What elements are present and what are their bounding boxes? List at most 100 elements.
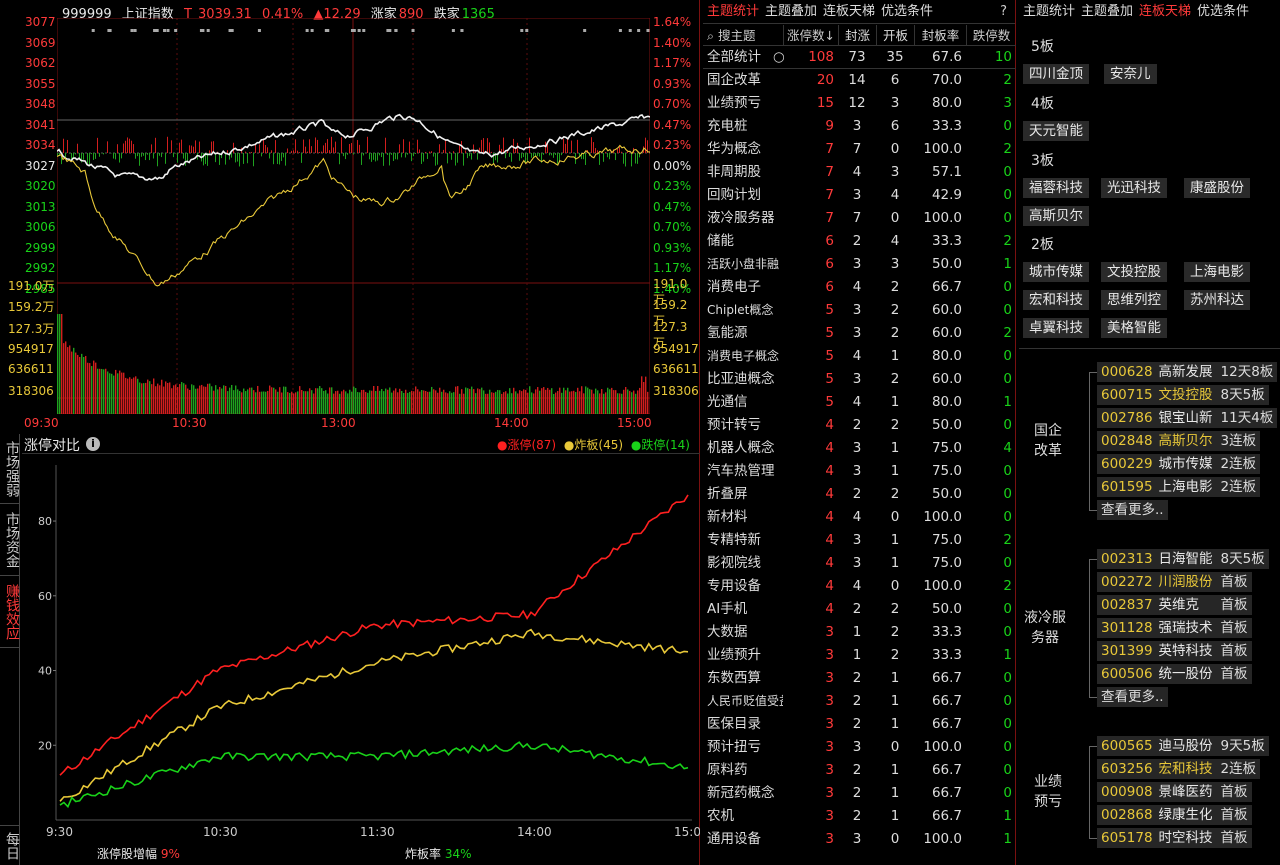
- theme-row[interactable]: 业绩预升 3 1 2 33.3 1: [703, 644, 1016, 667]
- ladder-stock-chip[interactable]: 福蓉科技: [1023, 178, 1089, 198]
- group-stock-row[interactable]: 600715 文投控股 8天5板: [1097, 385, 1277, 408]
- theme-row[interactable]: AI手机 4 2 2 50.0 0: [703, 598, 1016, 621]
- theme-row[interactable]: 人民币贬值受益 3 2 1 66.7 0: [703, 690, 1016, 713]
- theme-row[interactable]: 专精特新 4 3 1 75.0 2: [703, 529, 1016, 552]
- theme-row[interactable]: 大数据 3 1 2 33.3 0: [703, 621, 1016, 644]
- group-stock-row[interactable]: 002837 英维克 首板: [1097, 595, 1277, 618]
- col-limitup[interactable]: 涨停数↓: [783, 25, 838, 45]
- rtab-theme-stats[interactable]: 主题统计: [1023, 4, 1075, 19]
- tab-preferred-conditions[interactable]: 优选条件: [881, 4, 933, 19]
- group-stock-row[interactable]: 601595 上海电影 2连板: [1097, 477, 1277, 500]
- theme-row[interactable]: 新材料 4 4 0 100.0 0: [703, 506, 1016, 529]
- ladder-stock-chip[interactable]: 四川金顶: [1023, 64, 1089, 84]
- theme-row[interactable]: 消费电子概念 5 4 1 80.0 0: [703, 345, 1016, 368]
- theme-search[interactable]: ⌕ 搜主题: [703, 25, 783, 45]
- ladder-stock-chip[interactable]: 康盛股份: [1184, 178, 1250, 198]
- theme-row[interactable]: 非周期股 7 4 3 57.1 0: [703, 161, 1016, 184]
- breadth-bar-down: [281, 153, 282, 161]
- group-stock-row[interactable]: 301128 强瑞技术 首板: [1097, 618, 1277, 641]
- theme-row[interactable]: 比亚迪概念 5 3 2 60.0 0: [703, 368, 1016, 391]
- ladder-stock-chip[interactable]: 苏州科达: [1184, 290, 1250, 310]
- col-opened[interactable]: 开板: [876, 25, 914, 45]
- limit-compare-chart[interactable]: 80 60 40 20 9:30 10:30 11:30 14:00 15:00: [22, 455, 700, 865]
- board-count: 2连板: [1220, 479, 1257, 495]
- ladder-stock-chip[interactable]: 光迅科技: [1101, 178, 1167, 198]
- ladder-stock-chip[interactable]: 高斯贝尔: [1023, 206, 1089, 226]
- side-tab-daily[interactable]: 每日: [0, 825, 20, 865]
- theme-row[interactable]: 新冠药概念 3 2 1 66.7 0: [703, 782, 1016, 805]
- col-limitdown[interactable]: 跌停数: [966, 25, 1016, 45]
- theme-row[interactable]: 充电桩 9 3 6 33.3 0: [703, 115, 1016, 138]
- theme-row[interactable]: 通用设备 3 3 0 100.0 1: [703, 828, 1016, 851]
- volume-bar: [113, 375, 115, 414]
- help-button[interactable]: ?: [1000, 0, 1007, 24]
- theme-row[interactable]: 氢能源 5 3 2 60.0 2: [703, 322, 1016, 345]
- tab-limit-ladder[interactable]: 连板天梯: [823, 4, 875, 19]
- volume-bar: [425, 390, 427, 414]
- tab-theme-overlay[interactable]: 主题叠加: [765, 4, 817, 19]
- theme-row[interactable]: 回购计划 7 3 4 42.9 0: [703, 184, 1016, 207]
- theme-row[interactable]: 业绩预亏 15 12 3 80.0 3: [703, 92, 1016, 115]
- ladder-stock-chip[interactable]: 安奈儿: [1104, 64, 1157, 84]
- ladder-stock-chip[interactable]: 文投控股: [1101, 262, 1167, 282]
- theme-row[interactable]: 专用设备 4 4 0 100.0 2: [703, 575, 1016, 598]
- col-sealed[interactable]: 封涨: [838, 25, 876, 45]
- theme-row[interactable]: 消费电子 6 4 2 66.7 0: [703, 276, 1016, 299]
- theme-row[interactable]: 全部统计 108 73 35 67.6 10 ○: [703, 46, 1016, 69]
- limit-y-tick-label: 60: [38, 590, 52, 603]
- theme-row[interactable]: 折叠屏 4 2 2 50.0 0: [703, 483, 1016, 506]
- theme-row[interactable]: 活跃小盘非融 6 3 3 50.0 1: [703, 253, 1016, 276]
- group-stock-row[interactable]: 603256 宏和科技 2连板: [1097, 759, 1277, 782]
- volume-bar: [577, 387, 579, 414]
- theme-row[interactable]: 医保目录 3 2 1 66.7 0: [703, 713, 1016, 736]
- ladder-stock-chip[interactable]: 美格智能: [1101, 318, 1167, 338]
- group-stock-row[interactable]: 002313 日海智能 8天5板: [1097, 549, 1277, 572]
- index-intraday-chart[interactable]: [57, 18, 650, 414]
- ladder-stock-chip[interactable]: 宏和科技: [1023, 290, 1089, 310]
- volume-bar: [327, 393, 329, 414]
- breadth-bar-up: [481, 139, 482, 153]
- group-stock-row[interactable]: 002848 高斯贝尔 3连板: [1097, 431, 1277, 454]
- info-icon[interactable]: i: [86, 437, 100, 451]
- theme-row[interactable]: 机器人概念 4 3 1 75.0 4: [703, 437, 1016, 460]
- ladder-stock-chip[interactable]: 天元智能: [1023, 121, 1089, 141]
- theme-row[interactable]: 东数西算 3 2 1 66.7 0: [703, 667, 1016, 690]
- rtab-limit-ladder[interactable]: 连板天梯: [1139, 4, 1191, 19]
- group-stock-row[interactable]: 000628 高新发展 12天8板: [1097, 362, 1278, 385]
- ladder-stock-chip[interactable]: 思维列控: [1101, 290, 1167, 310]
- theme-row[interactable]: 液冷服务器 7 7 0 100.0 0: [703, 207, 1016, 230]
- group-stock-row[interactable]: 002786 银宝山新 11天4板: [1097, 408, 1278, 431]
- theme-name: 大数据: [707, 624, 748, 640]
- side-tab-profit-effect[interactable]: 赚钱效应: [0, 576, 20, 648]
- group-stock-row[interactable]: 000908 景峰医药 首板: [1097, 782, 1277, 805]
- theme-row[interactable]: 农机 3 2 1 66.7 1: [703, 805, 1016, 828]
- group-stock-row[interactable]: 605178 时空科技 首板: [1097, 828, 1277, 851]
- theme-row[interactable]: 原料药 3 2 1 66.7 0: [703, 759, 1016, 782]
- theme-row[interactable]: 影视院线 4 3 1 75.0 0: [703, 552, 1016, 575]
- theme-row[interactable]: Chiplet概念 5 3 2 60.0 0: [703, 299, 1016, 322]
- side-tab-funds[interactable]: 市场资金: [0, 504, 20, 576]
- col-seal-rate[interactable]: 封板率: [914, 25, 966, 45]
- theme-row[interactable]: 预计转亏 4 2 2 50.0 0: [703, 414, 1016, 437]
- view-more-button[interactable]: 查看更多..: [1097, 500, 1168, 520]
- ladder-stock-chip[interactable]: 上海电影: [1184, 262, 1250, 282]
- theme-row[interactable]: 预计扭亏 3 3 0 100.0 0: [703, 736, 1016, 759]
- side-tab-strength[interactable]: 市场强弱: [0, 434, 20, 504]
- group-stock-row[interactable]: 600565 迪马股份 9天5板: [1097, 736, 1277, 759]
- group-stock-row[interactable]: 002868 绿康生化 首板: [1097, 805, 1277, 828]
- rtab-theme-overlay[interactable]: 主题叠加: [1081, 4, 1133, 19]
- theme-row[interactable]: 国企改革 20 14 6 70.0 2: [703, 69, 1016, 92]
- group-stock-row[interactable]: 301399 英特科技 首板: [1097, 641, 1277, 664]
- view-more-button[interactable]: 查看更多..: [1097, 687, 1168, 707]
- group-stock-row[interactable]: 600229 城市传媒 2连板: [1097, 454, 1277, 477]
- group-stock-row[interactable]: 600506 统一股份 首板: [1097, 664, 1277, 687]
- theme-row[interactable]: 储能 6 2 4 33.3 2: [703, 230, 1016, 253]
- rtab-preferred-conditions[interactable]: 优选条件: [1197, 4, 1249, 19]
- ladder-stock-chip[interactable]: 卓翼科技: [1023, 318, 1089, 338]
- tab-theme-stats[interactable]: 主题统计: [707, 4, 759, 19]
- theme-row[interactable]: 华为概念 7 7 0 100.0 2: [703, 138, 1016, 161]
- theme-row[interactable]: 光通信 5 4 1 80.0 1: [703, 391, 1016, 414]
- ladder-stock-chip[interactable]: 城市传媒: [1023, 262, 1089, 282]
- theme-row[interactable]: 汽车热管理 4 3 1 75.0 0: [703, 460, 1016, 483]
- group-stock-row[interactable]: 002272 川润股份 首板: [1097, 572, 1277, 595]
